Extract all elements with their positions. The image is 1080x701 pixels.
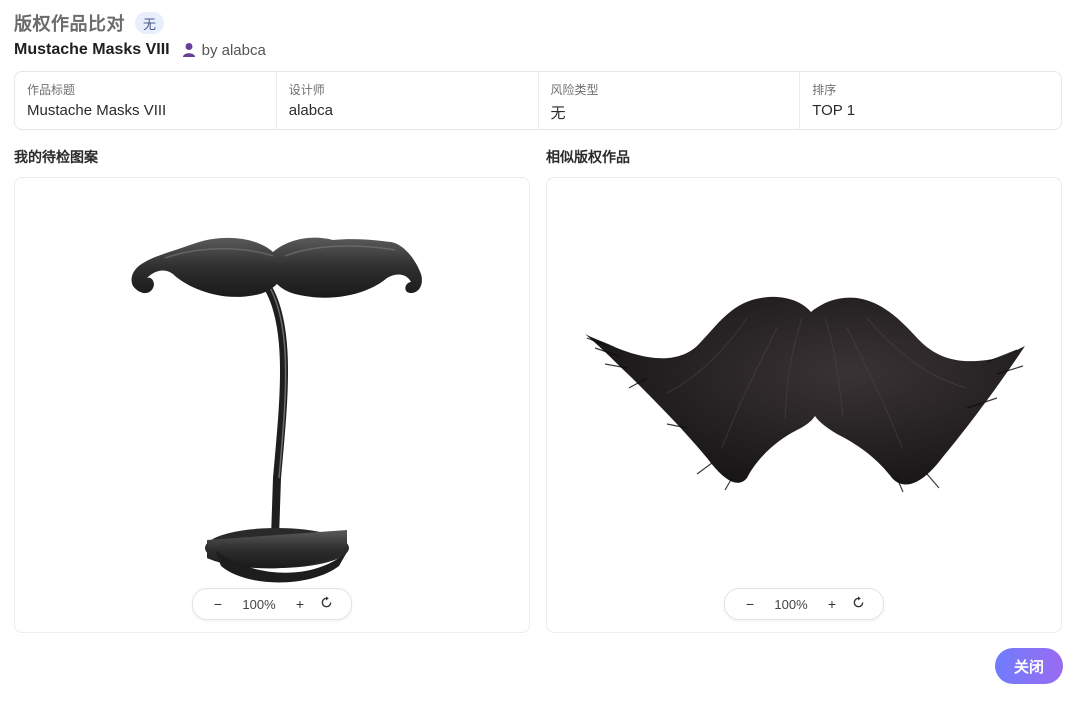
zoom-out-button[interactable]: −	[205, 596, 231, 612]
similar-work-title: 相似版权作品	[546, 149, 630, 165]
info-label: 设计师	[288, 83, 325, 97]
zoom-controls: − 100% +	[192, 588, 352, 620]
author-name: by alabca	[201, 41, 266, 59]
info-cell-risk: 风险类型 无	[539, 72, 801, 129]
info-value: alabca	[288, 102, 333, 119]
reset-zoom-button[interactable]	[845, 596, 871, 612]
dialog-header: 版权作品比对 无 Mustache Masks VIII by alabca	[14, 10, 1066, 60]
info-label: 排序	[812, 83, 837, 97]
info-value: TOP 1	[812, 102, 856, 119]
info-cell-designer: 设计师 alabca	[277, 72, 539, 129]
info-label: 风险类型	[550, 83, 599, 97]
info-value: 无	[550, 105, 566, 122]
author-info: by alabca	[182, 42, 266, 59]
zoom-controls: − 100% +	[724, 588, 884, 620]
zoom-level: 100%	[242, 596, 276, 612]
info-cell-title: 作品标题 Mustache Masks VIII	[15, 72, 277, 129]
close-button[interactable]: 关闭	[995, 648, 1063, 684]
user-icon	[182, 43, 195, 57]
reset-zoom-button[interactable]	[313, 596, 339, 612]
hairy-mustache-image[interactable]	[547, 178, 1061, 632]
risk-badge: 无	[135, 12, 165, 34]
zoom-out-button[interactable]: −	[737, 596, 763, 612]
zoom-in-button[interactable]: +	[287, 596, 313, 612]
info-value: Mustache Masks VIII	[27, 102, 167, 119]
dialog-title: 版权作品比对	[14, 14, 125, 34]
zoom-in-button[interactable]: +	[819, 596, 845, 612]
work-info-table: 作品标题 Mustache Masks VIII 设计师 alabca 风险类型…	[14, 71, 1062, 130]
rotate-reset-icon	[853, 596, 863, 608]
my-pattern-title: 我的待检图案	[14, 149, 98, 165]
plastic-mustache-on-stick-image[interactable]	[15, 178, 529, 632]
info-cell-rank: 排序 TOP 1	[800, 72, 1061, 129]
work-name: Mustache Masks VIII	[14, 41, 170, 58]
rotate-reset-icon	[321, 596, 331, 608]
info-label: 作品标题	[27, 83, 76, 97]
similar-work-panel: − 100% +	[546, 177, 1062, 633]
zoom-level: 100%	[774, 596, 808, 612]
my-pattern-panel: − 100% +	[14, 177, 530, 633]
